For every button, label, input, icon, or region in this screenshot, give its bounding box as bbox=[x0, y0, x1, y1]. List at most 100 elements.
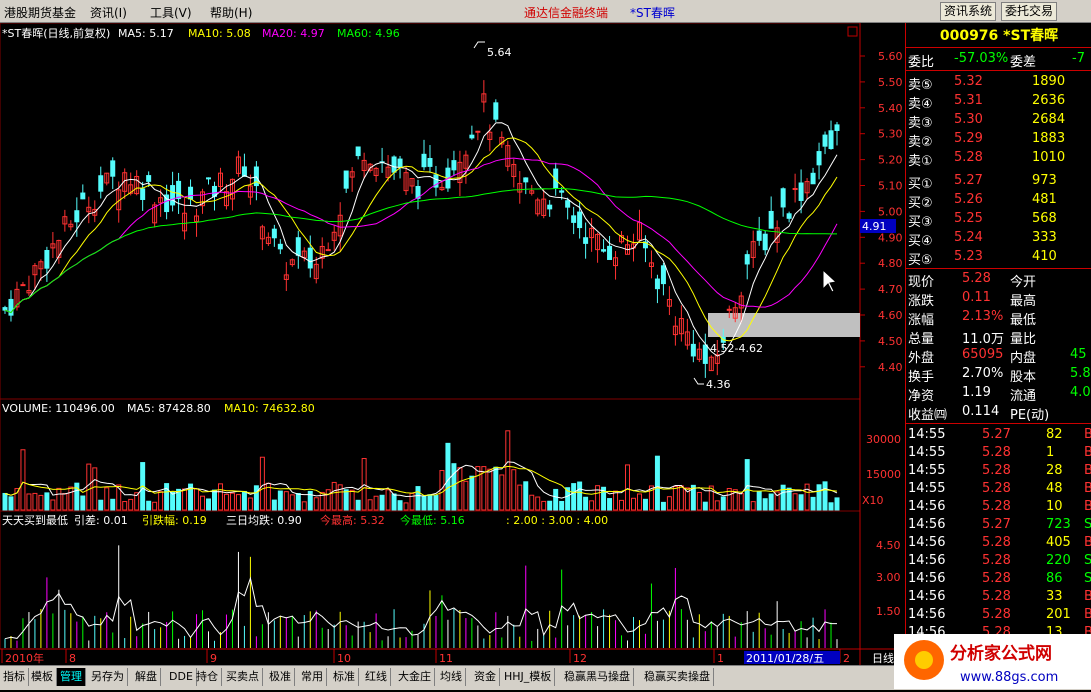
tab-13[interactable]: 均线 bbox=[437, 668, 466, 686]
indicator-title: 天天买到最低 bbox=[2, 514, 68, 527]
tab-14[interactable]: 资金 bbox=[471, 668, 500, 686]
volume-bar bbox=[20, 449, 26, 511]
candle-body bbox=[176, 180, 182, 200]
volume-bar bbox=[379, 494, 385, 511]
candle-body bbox=[421, 153, 427, 168]
kline-chart[interactable]: *ST春晖(日线,前复权) MA5: 5.17 MA10: 5.08 MA20:… bbox=[0, 22, 905, 665]
chart-area[interactable]: *ST春晖(日线,前复权) MA5: 5.17 MA10: 5.08 MA20:… bbox=[0, 22, 905, 665]
quote-panel: 000976 *ST春晖 委比 -57.03% 委差 -7 卖⑤ 5.32 1890… bbox=[905, 23, 1091, 665]
stat-row[interactable]: 总量 11.0万 量比 bbox=[906, 327, 1091, 347]
stat-row[interactable]: 涨跌 0.11 最高 bbox=[906, 289, 1091, 309]
volume-bars bbox=[2, 430, 840, 511]
volume-bar bbox=[631, 497, 636, 511]
tick-row[interactable]: 14:56 5.28 10 B bbox=[906, 498, 1091, 517]
tick-row[interactable]: 14:56 5.27 723 S bbox=[906, 516, 1091, 535]
stat-row[interactable]: 现价 5.28 今开 bbox=[906, 270, 1091, 290]
volume-bar bbox=[200, 495, 206, 511]
volume-bar bbox=[427, 494, 433, 511]
stat-label: 外盘 bbox=[908, 351, 935, 366]
high-annotation: 5.64 bbox=[487, 46, 512, 59]
tick-row[interactable]: 14:56 5.28 86 S bbox=[906, 570, 1091, 589]
volume-bar bbox=[92, 467, 98, 511]
info-system-button[interactable]: 资讯系统 bbox=[940, 2, 997, 21]
tab-17[interactable]: 稳赢买卖操盘 bbox=[641, 668, 714, 686]
tab-9[interactable]: 常用 bbox=[298, 668, 327, 686]
sell-level[interactable]: 卖③ 5.30 2684 bbox=[906, 111, 1091, 131]
tab-8[interactable]: 极准 bbox=[266, 668, 295, 686]
tab-0[interactable]: 指标 bbox=[0, 668, 29, 686]
low-pointer bbox=[693, 377, 704, 385]
tab-1[interactable]: 模板 bbox=[28, 668, 57, 686]
stat-row[interactable]: 收益㈣ 0.114 PE(动) bbox=[906, 403, 1091, 423]
candle-body bbox=[188, 186, 194, 200]
menu-info[interactable]: 资讯(I) bbox=[90, 4, 127, 21]
stock-name: *ST春晖 bbox=[1003, 28, 1059, 44]
volume-bar bbox=[68, 486, 74, 511]
tick-row[interactable]: 14:55 5.27 82 B bbox=[906, 426, 1091, 445]
sell-level[interactable]: 卖⑤ 5.32 1890 bbox=[906, 73, 1091, 93]
tick-side: S bbox=[1084, 553, 1091, 568]
tab-2[interactable]: 管理 bbox=[57, 668, 86, 686]
volume-bar bbox=[182, 488, 188, 511]
price-axis-label: 5.10 bbox=[878, 180, 903, 193]
tick-time: 14:56 bbox=[908, 535, 946, 550]
volume-bar bbox=[469, 475, 475, 511]
tab-6[interactable]: 持仓 bbox=[193, 668, 222, 686]
tick-row[interactable]: 14:55 5.28 28 B bbox=[906, 462, 1091, 481]
tab-10[interactable]: 标准 bbox=[330, 668, 359, 686]
sell-level[interactable]: 卖④ 5.31 2636 bbox=[906, 92, 1091, 112]
tick-row[interactable]: 14:56 5.28 201 B bbox=[906, 606, 1091, 625]
tick-row[interactable]: 14:56 5.28 33 B bbox=[906, 588, 1091, 607]
sell-level[interactable]: 卖② 5.29 1883 bbox=[906, 130, 1091, 150]
buy-level[interactable]: 买② 5.26 481 bbox=[906, 191, 1091, 211]
tab-4[interactable]: 解盘 bbox=[132, 668, 161, 686]
logo-graphic: 分析家公式网 www.88gs.com bbox=[904, 640, 1058, 685]
panel-close-icon[interactable] bbox=[847, 26, 858, 37]
volume-bar bbox=[654, 455, 660, 511]
volume-bar bbox=[744, 459, 750, 511]
sell-level[interactable]: 卖① 5.28 1010 bbox=[906, 149, 1091, 169]
tab-16[interactable]: 稳赢黑马操盘 bbox=[561, 668, 634, 686]
volume-bar bbox=[559, 500, 565, 511]
volume-bar bbox=[487, 468, 493, 511]
tab-11[interactable]: 红线 bbox=[362, 668, 391, 686]
stat-row[interactable]: 换手 2.70% 股本 5.8 bbox=[906, 365, 1091, 385]
tab-15[interactable]: HHJ_模板 bbox=[501, 668, 556, 686]
volume-bar bbox=[391, 493, 397, 511]
candle-body bbox=[571, 215, 577, 223]
volume-title: VOLUME: 110496.00 bbox=[2, 402, 115, 415]
tab-3[interactable]: 另存为 bbox=[88, 668, 128, 686]
stat-value: 2.70% bbox=[962, 366, 1004, 381]
tab-12[interactable]: 大金庄 bbox=[395, 668, 435, 686]
tick-price: 5.28 bbox=[982, 499, 1011, 514]
volume-bar bbox=[283, 491, 289, 511]
tick-row[interactable]: 14:56 5.28 405 B bbox=[906, 534, 1091, 553]
buy-level[interactable]: 买① 5.27 973 bbox=[906, 172, 1091, 192]
volume-bar bbox=[74, 482, 80, 511]
trade-order-button[interactable]: 委托交易 bbox=[1001, 2, 1058, 21]
menu-tools[interactable]: 工具(V) bbox=[150, 4, 192, 21]
tab-7[interactable]: 买卖点 bbox=[223, 668, 263, 686]
menu-help[interactable]: 帮助(H) bbox=[210, 4, 252, 21]
menu-hk-futures[interactable]: 港股期货基金 bbox=[4, 4, 76, 21]
volume-bar bbox=[762, 498, 768, 511]
volume-bar bbox=[80, 495, 86, 511]
tick-row[interactable]: 14:55 5.28 48 B bbox=[906, 480, 1091, 499]
tick-row[interactable]: 14:56 5.28 220 S bbox=[906, 552, 1091, 571]
buy-level[interactable]: 买③ 5.25 568 bbox=[906, 210, 1091, 230]
tick-row[interactable]: 14:55 5.28 1 B bbox=[906, 444, 1091, 463]
stat-row[interactable]: 外盘 65095 内盘 45 bbox=[906, 346, 1091, 366]
buy-level[interactable]: 买⑤ 5.23 410 bbox=[906, 248, 1091, 268]
candle-body bbox=[391, 156, 397, 173]
stat-row[interactable]: 净资 1.19 流通 4.0 bbox=[906, 384, 1091, 404]
candle-body bbox=[810, 172, 816, 185]
volume-bar bbox=[517, 484, 523, 511]
buy-level[interactable]: 买④ 5.24 333 bbox=[906, 229, 1091, 249]
price-axis-label: 4.60 bbox=[878, 309, 903, 322]
tick-volume: 201 bbox=[1046, 607, 1071, 622]
candle-body bbox=[822, 134, 828, 147]
stat-row[interactable]: 涨幅 2.13% 最低 bbox=[906, 308, 1091, 328]
level-price: 5.24 bbox=[954, 230, 983, 245]
candle-body bbox=[295, 237, 301, 256]
volume-bar bbox=[217, 483, 223, 511]
